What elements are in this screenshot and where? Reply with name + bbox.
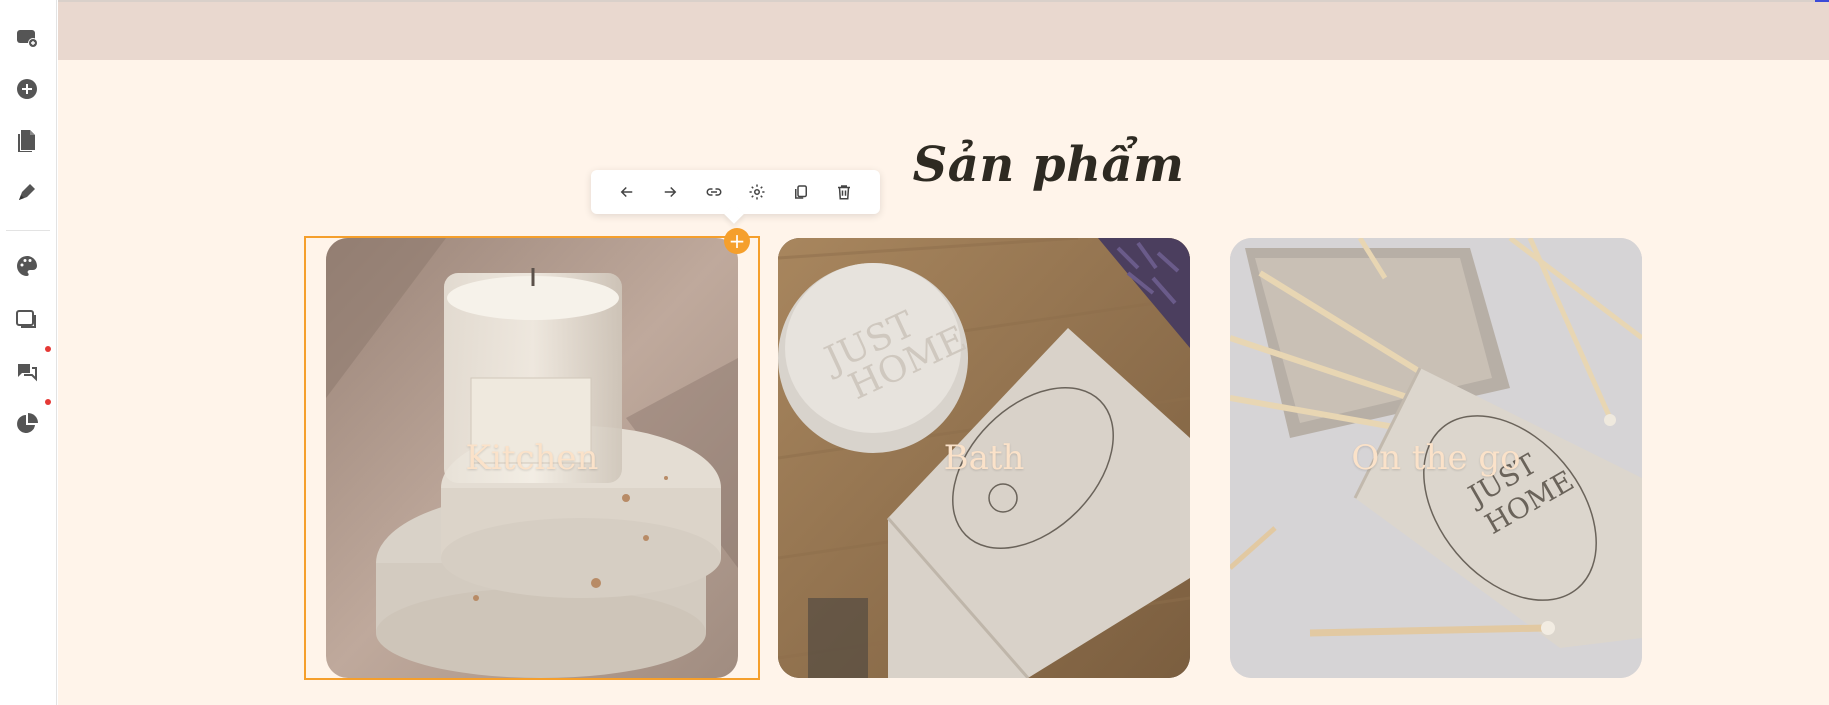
top-accent-bar: [1815, 0, 1829, 2]
settings-gear-icon: [749, 184, 765, 200]
arrow-right-icon: [665, 186, 677, 198]
move-left-button[interactable]: [612, 177, 642, 207]
link-icon: [706, 188, 722, 196]
sidebar-divider: [6, 230, 50, 231]
card-label: Kitchen: [465, 438, 599, 478]
palette-icon[interactable]: [11, 250, 43, 282]
section-title[interactable]: Sản phẩm: [58, 137, 1829, 193]
element-toolbar: [591, 170, 880, 214]
card-label: Bath: [943, 438, 1025, 478]
analytics-pie-icon[interactable]: [11, 408, 43, 440]
card-kitchen[interactable]: Kitchen: [326, 238, 738, 678]
card-label: On the go: [1351, 438, 1521, 478]
pages-icon[interactable]: [11, 124, 43, 156]
layers-icon[interactable]: [11, 303, 43, 335]
left-sidebar: [0, 0, 57, 705]
move-right-button[interactable]: [655, 177, 685, 207]
comments-notification-badge: [45, 346, 51, 352]
header-section[interactable]: [58, 0, 1829, 60]
delete-button[interactable]: [829, 177, 859, 207]
product-cards: Kitchen JUST HOME Bath JUST HOME On the …: [58, 238, 1829, 680]
card-bath[interactable]: JUST HOME Bath: [778, 238, 1190, 678]
link-button[interactable]: [699, 177, 729, 207]
add-section-icon[interactable]: [11, 22, 43, 54]
add-element-handle[interactable]: +: [724, 228, 750, 254]
analytics-notification-badge: [45, 399, 51, 405]
settings-button[interactable]: [742, 177, 772, 207]
duplicate-icon: [794, 185, 807, 199]
trash-icon: [838, 185, 851, 200]
arrow-left-icon: [620, 186, 632, 198]
card-on-the-go[interactable]: JUST HOME On the go: [1230, 238, 1642, 678]
duplicate-button[interactable]: [786, 177, 816, 207]
add-element-icon[interactable]: [11, 73, 43, 105]
editor-canvas: Sản phẩm Kitchen JUST HOME Bath JUST HOM…: [58, 60, 1829, 705]
comments-icon[interactable]: [11, 356, 43, 388]
edit-pen-icon[interactable]: [11, 176, 43, 208]
